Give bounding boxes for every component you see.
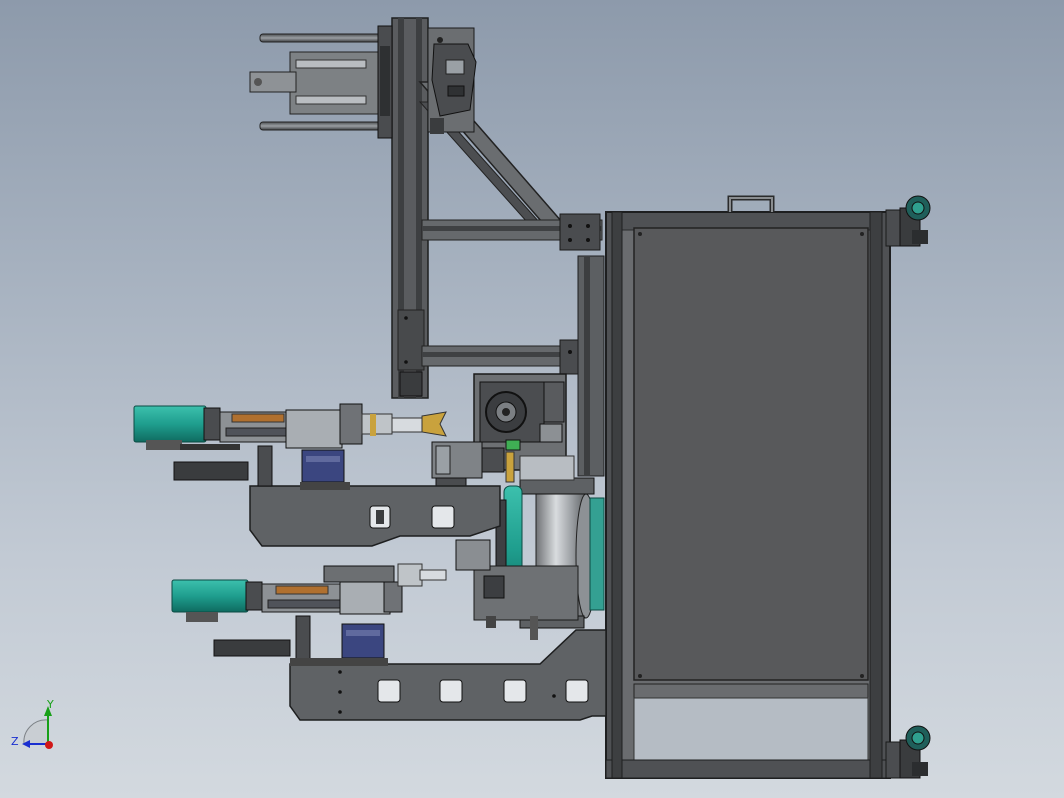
axis-triad [22, 706, 53, 749]
lower-arm-plate [289, 629, 607, 721]
caster-wheel-bottom [885, 725, 931, 779]
caster-wheel-top [885, 195, 931, 247]
upper-arm-plate [249, 485, 501, 547]
cabinet-door-panel [633, 227, 869, 681]
upper-linear-slide [219, 403, 447, 490]
x-axis-dot [45, 741, 53, 749]
cabinet-frame [605, 195, 891, 779]
z-axis-label: Z [11, 735, 19, 748]
top-cylinder-assembly [249, 25, 393, 139]
cad-model [22, 17, 931, 779]
y-axis-label: Y [47, 698, 54, 711]
cad-viewport[interactable]: Y Z [0, 0, 1064, 798]
top-gripper-head [427, 27, 477, 134]
